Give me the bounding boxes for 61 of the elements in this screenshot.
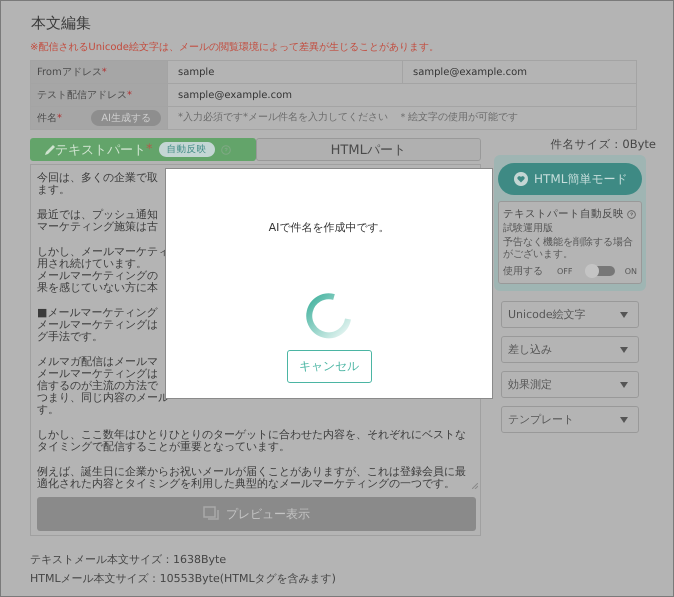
note-text: 試験運用版: [503, 223, 554, 235]
caret-icon: [620, 312, 628, 318]
cancel-button[interactable]: キャンセル: [286, 350, 372, 383]
dropdown-menu[interactable]: 差し込み: [501, 336, 639, 363]
editor-tab[interactable]: HTMLパート: [256, 138, 481, 161]
pencil-icon: [43, 143, 57, 157]
size-text: HTMLメール本文サイズ：10553Byte(HTMLタグを含みます): [30, 571, 336, 586]
body-text-line: 今回は、多くの企業で取: [37, 172, 158, 184]
required-mark: *: [57, 113, 62, 124]
required-mark: *: [127, 90, 132, 101]
copy-icon: [203, 506, 220, 522]
field-label: テスト配信アドレス*: [37, 89, 132, 102]
body-text-line: 用され続けています。: [37, 258, 147, 270]
field-value: sample@example.com: [167, 84, 636, 106]
body-text-line: 適化された内容とタイミングを利用した典型的なメールマーケティングの一つです。: [37, 478, 455, 490]
dropdown-menu[interactable]: Unicode絵文字: [501, 301, 639, 328]
body-text-line: タイミングで配信することが重要となっています。: [37, 441, 290, 453]
body-text-line: グ手法です。: [37, 331, 103, 343]
body-text-line: す。: [37, 404, 59, 416]
field-label: 件名*: [37, 112, 62, 125]
body-text-line: 信するのが主流の方法で: [37, 380, 158, 392]
body-text-line: メルマガ配信はメールマ: [37, 356, 158, 368]
loading-spinner-icon: [306, 293, 352, 339]
caret-icon: [620, 416, 628, 422]
subject-input[interactable]: *入力必須です*メール件名を入力してください ＊絵文字の使用が可能です: [167, 107, 636, 129]
field-value: sample@example.com: [402, 61, 636, 83]
required-mark: *: [146, 142, 152, 157]
subject-size-text: 件名サイズ：0Byte: [550, 137, 656, 152]
body-text-line: 最近では、プッシュ通知: [37, 209, 158, 221]
ai-generate-button[interactable]: AI生成する: [91, 110, 161, 126]
body-text-line: メールマーケティングは: [37, 319, 158, 331]
off-label: OFF: [557, 266, 572, 276]
help-icon[interactable]: [627, 210, 636, 218]
dialog-message: AIで件名を作成中です。: [268, 220, 390, 235]
body-text-line: 例えば、誕生日に企業からお祝いメールが届くことがありますが、これは登録会員に最: [37, 466, 466, 478]
body-text-line: ■メールマーケティング: [37, 307, 158, 319]
field-label: Fromアドレス*: [37, 66, 107, 79]
dropdown-menu[interactable]: 効果測定: [501, 371, 639, 398]
editor-tab[interactable]: テキストパート* 自動反映: [30, 138, 256, 161]
preview-button[interactable]: プレビュー表示: [37, 497, 476, 531]
caret-icon: [620, 346, 628, 352]
auto-reflect-title: テキストパート自動反映: [503, 207, 624, 221]
dropdown-menu[interactable]: テンプレート: [501, 406, 639, 433]
body-text-line: マーケティング施策は古: [37, 221, 158, 233]
html-easy-mode-button[interactable]: HTML簡単モード: [498, 163, 642, 195]
on-label: ON: [624, 266, 637, 276]
field-value: sample: [167, 61, 402, 83]
body-text-line: メールマーケティングの: [37, 270, 158, 282]
caret-icon: [620, 382, 628, 388]
body-text-line: ます。: [37, 184, 70, 196]
body-text-line: 果を感じていない方に本: [37, 282, 158, 294]
required-mark: *: [102, 67, 107, 78]
note-text: 予告なく機能を削除する場合がございます。: [503, 237, 634, 261]
page-title: 本文編集: [31, 14, 91, 33]
toggle-label: 使用する: [503, 265, 543, 278]
auto-reflect-badge: 自動反映: [158, 142, 214, 157]
notice-text: ※配信されるUnicode絵文字は、メールの閲覧環境によって差異が生じることがあります。: [30, 40, 439, 54]
resize-grip-icon[interactable]: [472, 483, 478, 489]
body-text-line: しかし、ここ数年はひとりひとりのターゲットに合わせた内容を、それぞれにベストな: [37, 429, 466, 441]
body-text-line: メールマーケティングは: [37, 368, 158, 380]
size-text: テキストメール本文サイズ：1638Byte: [30, 552, 226, 567]
